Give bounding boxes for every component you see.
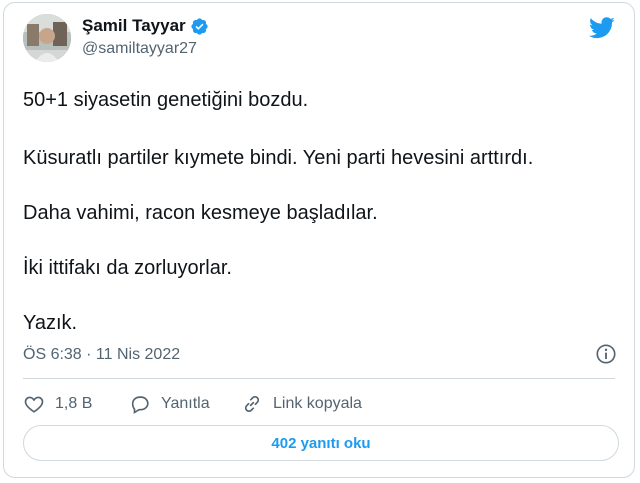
tweet-text-line: Daha vahimi, racon kesmeye başladılar. [23,202,378,224]
avatar[interactable] [23,14,71,62]
divider [23,378,615,379]
link-icon [244,396,260,412]
read-replies-button[interactable]: 402 yanıtı oku [23,425,619,461]
reply-button[interactable]: Yanıtla [129,393,210,415]
copy-link-label: Link kopyala [273,395,362,412]
tweet-text-line: Yazık. [23,312,78,334]
author-name-row[interactable]: Şamil Tayyar [82,16,209,36]
like-button[interactable]: 1,8 B [23,393,92,415]
tweet-timestamp[interactable]: ÖS 6:38 · 11 Nis 2022 [23,346,180,364]
heart-icon [24,396,44,413]
tweet-text-line: Küsuratlı partiler kıymete bindi. Yeni p… [23,147,534,169]
like-count: 1,8 B [55,395,93,412]
author-display-name[interactable]: Şamil Tayyar [82,16,186,36]
verified-badge-icon [191,17,208,35]
tweet-text-line: İki ittifakı da zorluyorlar. [23,257,232,279]
speech-bubble-icon [131,396,149,414]
avatar-photo [23,14,71,62]
info-icon[interactable] [595,343,617,365]
author-handle[interactable]: @samiltayyar27 [82,40,197,58]
reply-label: Yanıtla [161,395,210,412]
tweet-text-line: 50+1 siyasetin genetiğini bozdu. [23,89,309,111]
twitter-bird-icon[interactable] [589,17,615,39]
tweet-card: Şamil Tayyar @samiltayyar27 50+1 siyaset… [3,2,635,478]
copy-link-button[interactable]: Link kopyala [241,393,362,415]
